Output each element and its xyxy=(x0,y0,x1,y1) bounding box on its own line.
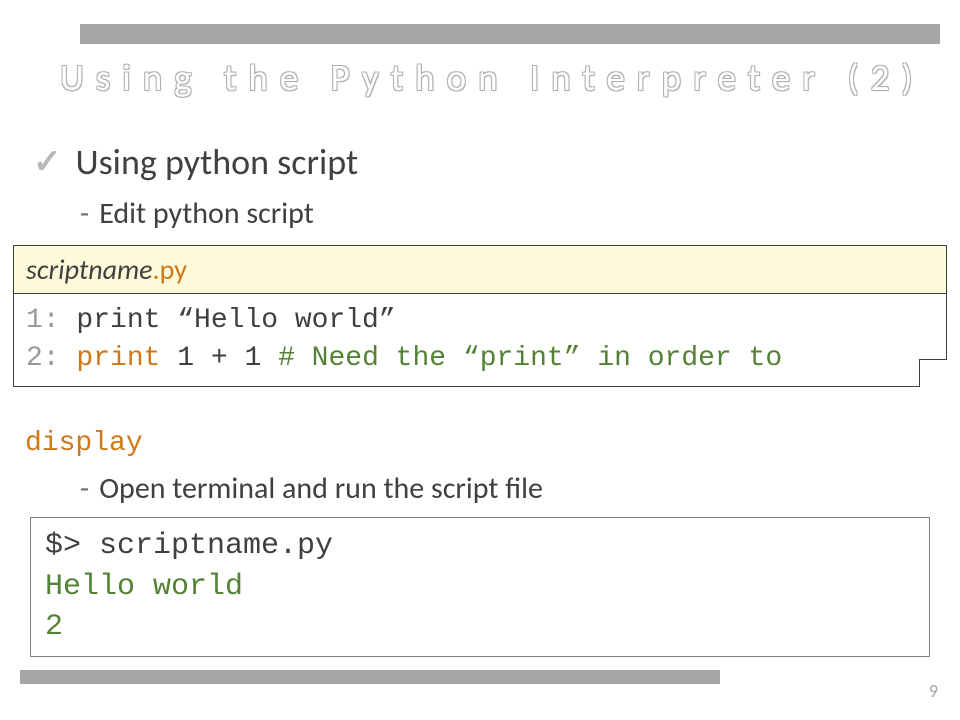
code-line-2: 2: print 1 + 1 # Need the “print” in ord… xyxy=(26,340,934,378)
file-extension: .py xyxy=(153,252,187,287)
main-bullet-text: Using python script xyxy=(76,140,359,184)
code-line-1: 1: print “Hello world” xyxy=(26,302,934,340)
sub-bullet-text: Open terminal and run the script file xyxy=(99,470,543,507)
code-text: 1 + 1 xyxy=(160,343,278,374)
main-bullet: ✓ Using python script xyxy=(33,140,358,184)
code-text: print “Hello world” xyxy=(60,305,396,336)
page-fold-icon xyxy=(919,359,947,387)
file-body: 1: print “Hello world” 2: print 1 + 1 # … xyxy=(13,293,947,387)
terminal-output: Hello world xyxy=(45,567,915,608)
script-file-box: scriptname.py 1: print “Hello world” 2: … xyxy=(13,245,947,387)
line-number: 1: xyxy=(26,305,60,336)
file-header: scriptname.py xyxy=(13,245,947,293)
slide-title: Using the Python Interpreter (2) xyxy=(60,55,945,100)
terminal-output: 2 xyxy=(45,607,915,648)
page-number: 9 xyxy=(929,680,938,702)
code-keyword: print xyxy=(60,343,161,374)
line-number: 2: xyxy=(26,343,60,374)
file-basename: scriptname xyxy=(26,252,153,287)
code-comment: # Need the “print” in order to xyxy=(278,343,782,374)
sub-bullet-edit: - Edit python script xyxy=(80,195,314,232)
terminal-box: $> scriptname.py Hello world 2 xyxy=(30,517,930,657)
sub-bullet-run: - Open terminal and run the script file xyxy=(80,470,543,507)
dash-icon: - xyxy=(80,470,89,507)
code-overflow-text: display xyxy=(25,428,143,459)
bottom-accent-bar xyxy=(20,670,720,684)
dash-icon: - xyxy=(80,195,89,232)
sub-bullet-text: Edit python script xyxy=(99,195,314,232)
top-accent-bar xyxy=(80,24,940,44)
checkmark-icon: ✓ xyxy=(33,142,62,183)
terminal-prompt: $> scriptname.py xyxy=(45,526,915,567)
